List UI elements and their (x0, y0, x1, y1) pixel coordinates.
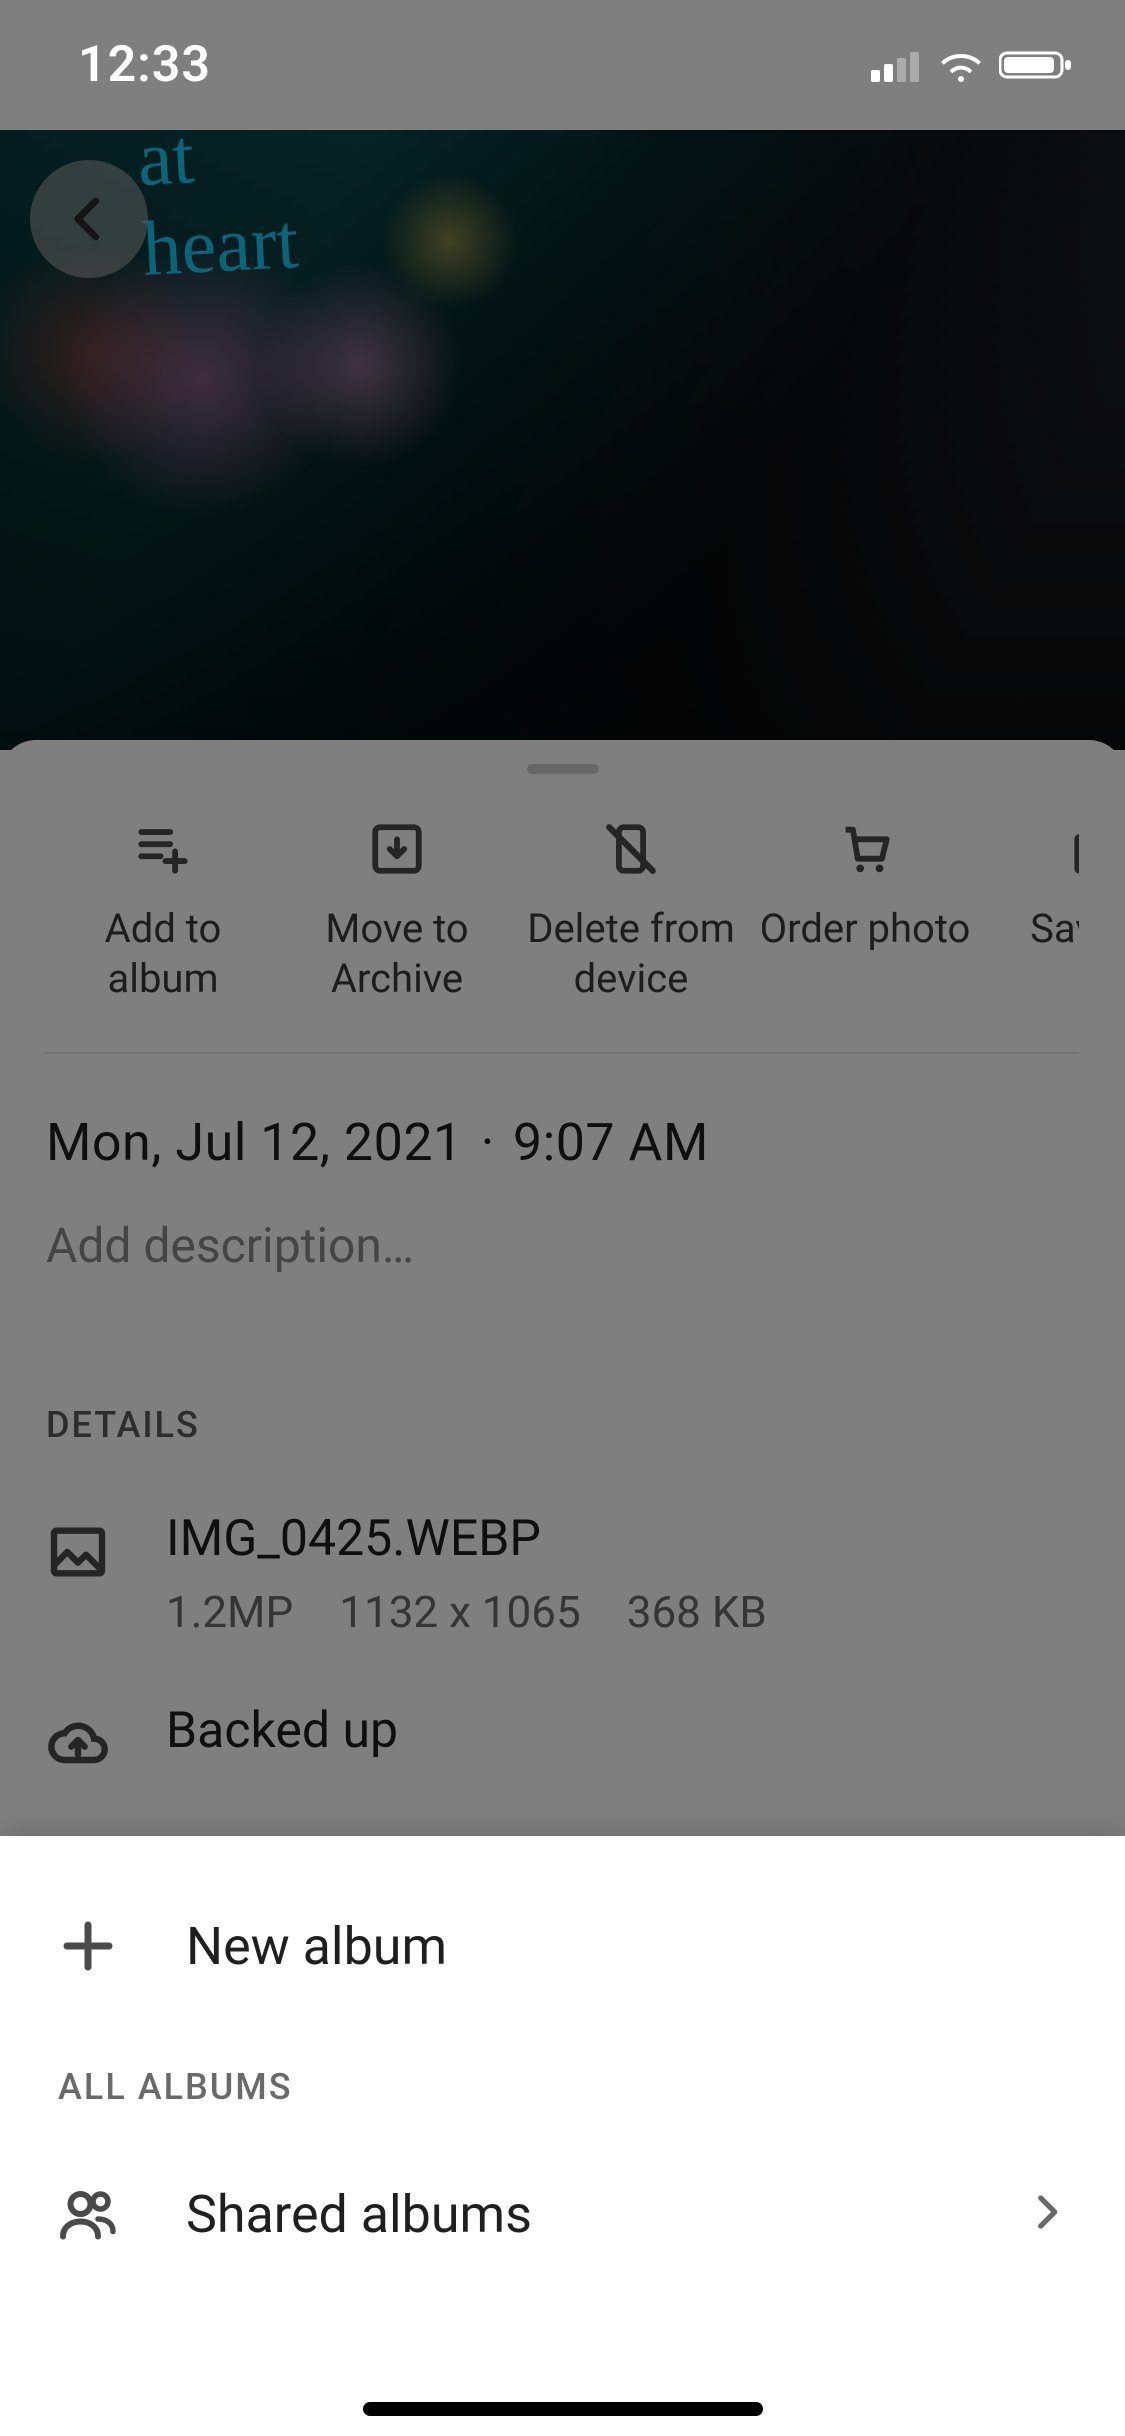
backup-status: Backed up (166, 1702, 398, 1760)
new-album-label: New album (186, 1916, 1067, 1977)
shared-albums-item[interactable]: Shared albums (0, 2134, 1125, 2294)
action-move-to-archive[interactable]: Move to Archive (280, 820, 514, 1004)
chevron-right-icon (1025, 2191, 1067, 2237)
file-size: 368 KB (627, 1586, 767, 1638)
add-to-list-icon (134, 820, 192, 878)
people-icon (58, 2184, 118, 2244)
no-device-icon (602, 820, 660, 878)
action-label: Save as (1030, 904, 1079, 954)
save-stack-icon: PD (1070, 820, 1079, 878)
photo-preview: atheart (0, 130, 1125, 750)
action-add-to-album[interactable]: Add to album (46, 820, 280, 1004)
action-save-as[interactable]: PD Save as (982, 820, 1079, 1004)
status-time: 12:33 (78, 36, 211, 94)
cloud-upload-icon (46, 1712, 110, 1776)
sheet-grabber[interactable] (527, 764, 599, 774)
file-detail-row: IMG_0425.WEBP 1.2MP 1132 x 1065 368 KB (46, 1510, 1079, 1638)
file-dimensions: 1132 x 1065 (339, 1586, 580, 1638)
all-albums-heading: ALL ALBUMS (0, 2026, 1125, 2134)
album-picker-sheet[interactable]: New album ALL ALBUMS Shared albums (0, 1836, 1125, 2436)
battery-icon (999, 48, 1073, 82)
plus-icon (58, 1916, 118, 1976)
file-megapixels: 1.2MP (166, 1586, 293, 1638)
action-label: Add to album (105, 904, 222, 1004)
shared-albums-label: Shared albums (186, 2184, 957, 2245)
new-album-item[interactable]: New album (0, 1866, 1125, 2026)
chevron-left-icon (62, 192, 116, 246)
archive-icon (368, 820, 426, 878)
action-delete-from-device[interactable]: Delete from device (514, 820, 748, 1004)
action-row: Add to album Move to Archive Delete from… (46, 814, 1079, 1054)
action-order-photo[interactable]: Order photo (748, 820, 982, 1004)
status-bar: 12:33 (0, 0, 1125, 130)
backup-detail-row: Backed up (46, 1702, 1079, 1778)
action-label: Order photo (760, 904, 971, 954)
file-name: IMG_0425.WEBP (166, 1510, 767, 1568)
action-label: Delete from device (527, 904, 735, 1004)
cart-icon (836, 820, 894, 878)
back-button[interactable] (30, 160, 148, 278)
action-label: Move to Archive (325, 904, 468, 1004)
home-indicator[interactable] (363, 2402, 763, 2416)
image-icon (46, 1520, 110, 1584)
photo-date: Mon, Jul 12, 2021 (46, 1112, 463, 1173)
photo-datetime[interactable]: Mon, Jul 12, 2021·9:07 AM (46, 1112, 1079, 1173)
wifi-icon (937, 48, 985, 82)
photo-time: 9:07 AM (513, 1112, 709, 1173)
cellular-icon (871, 48, 923, 82)
details-heading: DETAILS (46, 1404, 1079, 1446)
description-input[interactable]: Add description… (46, 1217, 1079, 1274)
